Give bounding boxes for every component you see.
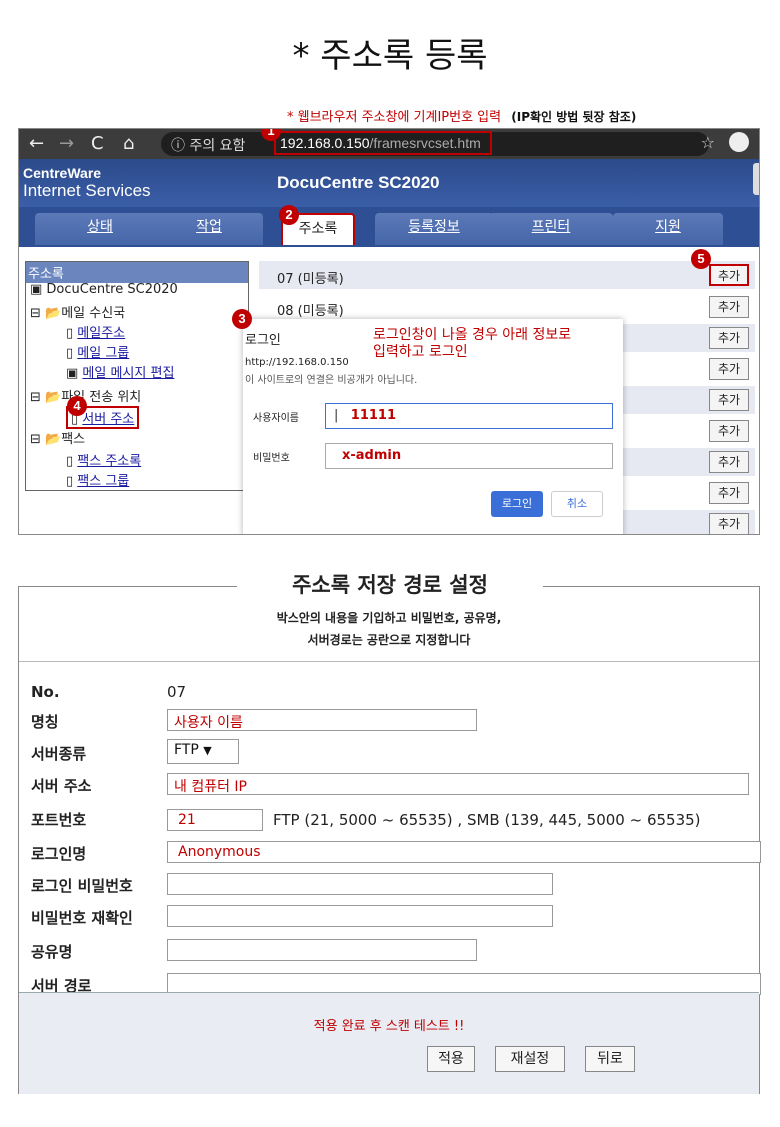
tree-link-server-address[interactable]: 서버 주소 <box>82 412 134 427</box>
tab-jobs[interactable]: 작업 <box>155 213 263 245</box>
browser-toolbar: ← → C ⌂ ⓘ 주의 요함 192.168.0.150/framesrvcs… <box>19 129 759 159</box>
share-name-label: 공유명 <box>31 943 73 961</box>
browser-screenshot: ← → C ⌂ ⓘ 주의 요함 192.168.0.150/framesrvcs… <box>18 128 760 535</box>
no-value: 07 <box>167 683 187 701</box>
add-button[interactable]: 추가 <box>709 513 749 534</box>
add-button[interactable]: 추가 <box>709 264 749 286</box>
tree-mail-group[interactable]: ⊟ 📂메일 수신국 <box>30 302 125 321</box>
login-password-input[interactable] <box>167 873 553 895</box>
list-item: 08 (미등록) 추가 <box>259 293 755 321</box>
add-button[interactable]: 추가 <box>709 358 749 380</box>
header-widget[interactable] <box>753 163 759 195</box>
password-confirm-label: 비밀번호 재확인 <box>31 909 133 927</box>
login-password-label: 로그인 비밀번호 <box>31 877 133 895</box>
tree-fax[interactable]: ⊟ 📂팩스 <box>30 428 85 447</box>
tree-link-fax-address[interactable]: 팩스 주소록 <box>77 454 141 469</box>
add-button[interactable]: 추가 <box>709 389 749 411</box>
tree-link-mail-message[interactable]: 메일 메시지 편집 <box>82 366 174 381</box>
tree-link-mail-group[interactable]: 메일 그룹 <box>77 346 129 361</box>
form-footer: 적용 완료 후 스캔 테스트 !! 적용 재설정 뒤로 <box>19 992 759 1094</box>
username-input[interactable]: | 11111 <box>325 403 613 429</box>
tree-link-fax-group[interactable]: 팩스 그룹 <box>77 474 129 489</box>
tab-support[interactable]: 지원 <box>613 213 723 245</box>
password-input[interactable]: x-admin <box>325 443 613 469</box>
form-description: 박스안의 내용을 기입하고 비밀번호, 공유명, 서버경로는 공란으로 지정합니… <box>276 611 502 647</box>
model-name: DocuCentre SC2020 <box>277 173 440 192</box>
server-type-select[interactable]: FTP ▼ <box>167 739 239 764</box>
port-label: 포트번호 <box>31 811 87 829</box>
forward-icon[interactable]: → <box>59 133 74 154</box>
password-label: 비밀번호 <box>253 453 290 464</box>
dropdown-arrow-icon: ▼ <box>203 744 212 757</box>
login-url: http://192.168.0.150 <box>245 357 349 368</box>
login-warning: 이 사이트로의 연결은 비공개가 아닙니다. <box>245 375 418 386</box>
username-label: 사용자이름 <box>253 413 299 424</box>
back-icon[interactable]: ← <box>29 133 44 154</box>
step-badge-3: 3 <box>232 309 252 329</box>
back-button[interactable]: 뒤로 <box>585 1046 635 1072</box>
tab-properties[interactable]: 등록정보 <box>375 213 493 245</box>
app-header: CentreWare Internet Services DocuCentre … <box>19 159 759 207</box>
tree-header: 주소록 <box>26 262 248 283</box>
form-title: 주소록 저장 경로 설정 <box>237 569 543 599</box>
port-hint: FTP (21, 5000 ~ 65535) , SMB (139, 445, … <box>273 811 701 829</box>
login-title: 로그인 <box>245 333 281 348</box>
add-button[interactable]: 추가 <box>709 296 749 318</box>
add-button[interactable]: 추가 <box>709 327 749 349</box>
add-button[interactable]: 추가 <box>709 482 749 504</box>
reset-button[interactable]: 재설정 <box>495 1046 565 1072</box>
port-input[interactable]: 21 <box>167 809 263 831</box>
account-icon[interactable] <box>729 132 749 152</box>
tab-bar: 상태 작업 주소록 등록정보 프린터 지원 <box>19 207 759 247</box>
tree-link-mail-address[interactable]: 메일주소 <box>77 326 125 341</box>
list-item: 07 (미등록) 추가 <box>259 261 755 289</box>
apply-button[interactable]: 적용 <box>427 1046 475 1072</box>
step-badge-5: 5 <box>691 249 711 269</box>
page-title: * 주소록 등록 <box>292 36 488 76</box>
ip-note: * 웹브라우저 주소창에 기계IP번호 입력 (IP확인 방법 뒷장 참조) <box>287 110 637 125</box>
star-icon[interactable]: ☆ <box>701 133 715 152</box>
url-field[interactable]: 192.168.0.150/framesrvcset.htm <box>274 131 492 155</box>
address-tree-panel: 주소록 ▣ DocuCentre SC2020 ⊟ 📂메일 수신국 ▯ 메일주소… <box>25 261 249 491</box>
name-label: 명칭 <box>31 713 59 731</box>
login-button[interactable]: 로그인 <box>491 491 543 517</box>
server-address-input[interactable]: 내 컴퓨터 IP <box>167 773 749 795</box>
footer-note: 적용 완료 후 스캔 테스트 !! <box>313 1019 465 1034</box>
login-dialog: 로그인 로그인창이 나올 경우 아래 정보로 입력하고 로그인 http://1… <box>243 319 623 534</box>
site-info[interactable]: ⓘ 주의 요함 <box>171 135 245 155</box>
divider <box>19 661 759 662</box>
home-icon[interactable]: ⌂ <box>123 133 134 154</box>
name-input[interactable]: 사용자 이름 <box>167 709 477 731</box>
password-confirm-input[interactable] <box>167 905 553 927</box>
tab-status[interactable]: 상태 <box>35 213 165 245</box>
cancel-button[interactable]: 취소 <box>551 491 603 517</box>
login-name-input[interactable]: Anonymous <box>167 841 761 863</box>
app-logo: CentreWare <box>23 165 102 181</box>
share-name-input[interactable] <box>167 939 477 961</box>
step-badge-2: 2 <box>279 205 299 225</box>
tab-printer[interactable]: 프린터 <box>489 213 613 245</box>
no-label: No. <box>31 683 60 701</box>
server-type-label: 서버종류 <box>31 745 87 763</box>
login-name-label: 로그인명 <box>31 845 87 863</box>
tree-root: ▣ DocuCentre SC2020 <box>30 282 178 297</box>
server-address-label: 서버 주소 <box>31 777 92 795</box>
add-button[interactable]: 추가 <box>709 420 749 442</box>
login-instruction: 로그인창이 나올 경우 아래 정보로 입력하고 로그인 <box>373 327 572 360</box>
add-button[interactable]: 추가 <box>709 451 749 473</box>
step-badge-4: 4 <box>67 396 87 416</box>
reload-icon[interactable]: C <box>91 133 104 154</box>
address-form-screenshot: 주소록 저장 경로 설정 박스안의 내용을 기입하고 비밀번호, 공유명, 서버… <box>18 569 761 1094</box>
